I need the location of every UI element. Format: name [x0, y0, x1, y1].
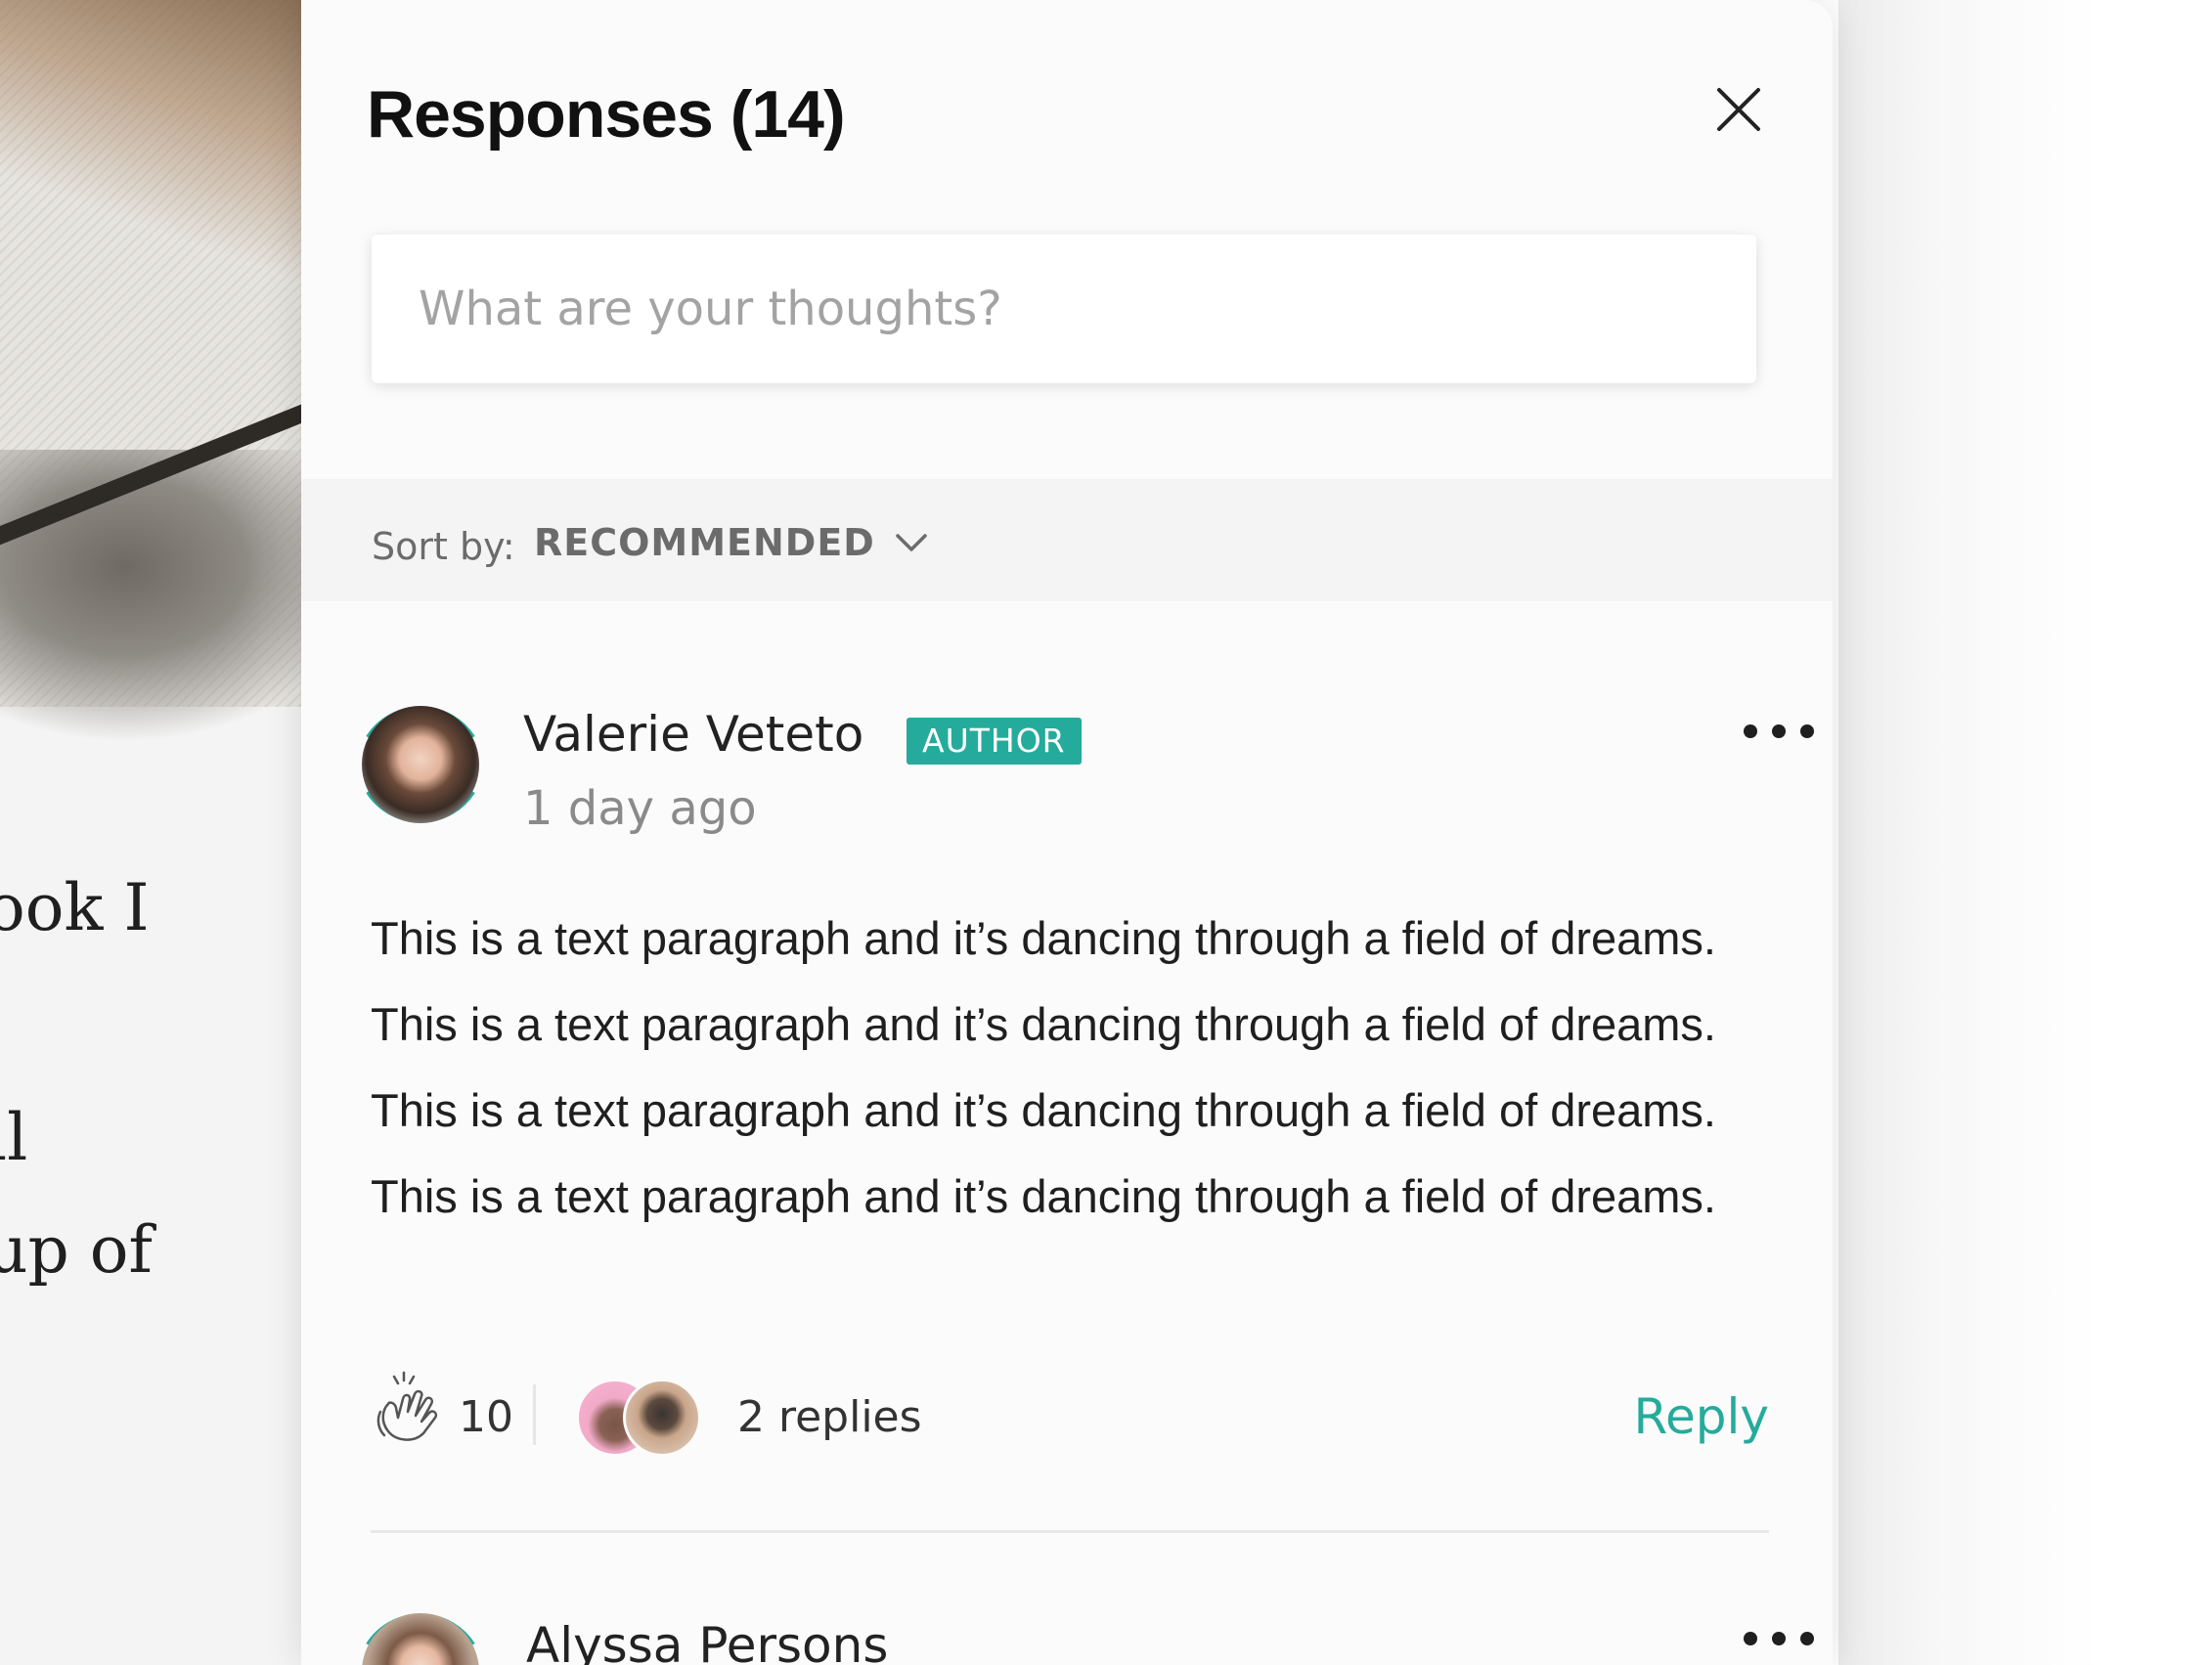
more-icon	[1744, 724, 1757, 738]
author-badge: AUTHOR	[907, 718, 1082, 765]
background-article: ook I ll up of	[0, 0, 313, 1665]
replier-avatar	[623, 1379, 701, 1457]
clap-count: 10	[459, 1392, 513, 1442]
more-icon	[1744, 1632, 1757, 1645]
comment-body: This is a text paragraph and it’s dancin…	[371, 912, 1716, 1222]
article-hero-image	[0, 0, 313, 743]
sort-bar: Sort by: RECOMMENDED	[301, 479, 1833, 601]
responses-panel: Responses (14) Sort by: RECOMMENDED Vale…	[301, 0, 1833, 1665]
close-button[interactable]	[1709, 80, 1768, 139]
comment-timestamp: 1 day ago	[523, 781, 757, 836]
more-options-button[interactable]	[1744, 716, 1814, 747]
chevron-down-icon	[896, 534, 927, 551]
replies-link[interactable]: 2 replies	[737, 1392, 922, 1442]
clap-button[interactable]	[371, 1367, 441, 1445]
comment-header: Valerie Veteto AUTHOR 1 day ago	[352, 696, 1814, 843]
avatar-image	[362, 706, 479, 823]
reply-button[interactable]: Reply	[1634, 1388, 1769, 1445]
author-name[interactable]: Alyssa Persons	[526, 1617, 888, 1665]
article-text-line: ll	[0, 1100, 28, 1175]
response-composer[interactable]	[372, 235, 1756, 383]
divider	[533, 1384, 536, 1445]
sort-dropdown[interactable]: RECOMMENDED	[534, 518, 928, 567]
panel-title: Responses (14)	[367, 77, 846, 152]
sort-value: RECOMMENDED	[534, 521, 875, 564]
article-text-line: up of	[0, 1212, 153, 1288]
avatar[interactable]	[352, 1603, 489, 1665]
clap-icon	[376, 1371, 438, 1441]
comment-header: Alyssa Persons	[352, 1603, 1814, 1665]
response-input[interactable]	[372, 235, 1756, 383]
close-icon	[1717, 88, 1760, 131]
comment-actions: 10 2 replies Reply	[371, 1367, 1769, 1457]
more-options-button[interactable]	[1744, 1623, 1814, 1654]
avatar[interactable]	[352, 696, 489, 833]
author-name[interactable]: Valerie Veteto	[523, 706, 863, 763]
comment-divider	[371, 1530, 1769, 1533]
backdrop	[1838, 0, 2212, 1665]
article-text-line: ook I	[0, 870, 150, 945]
sort-label: Sort by:	[372, 525, 515, 568]
